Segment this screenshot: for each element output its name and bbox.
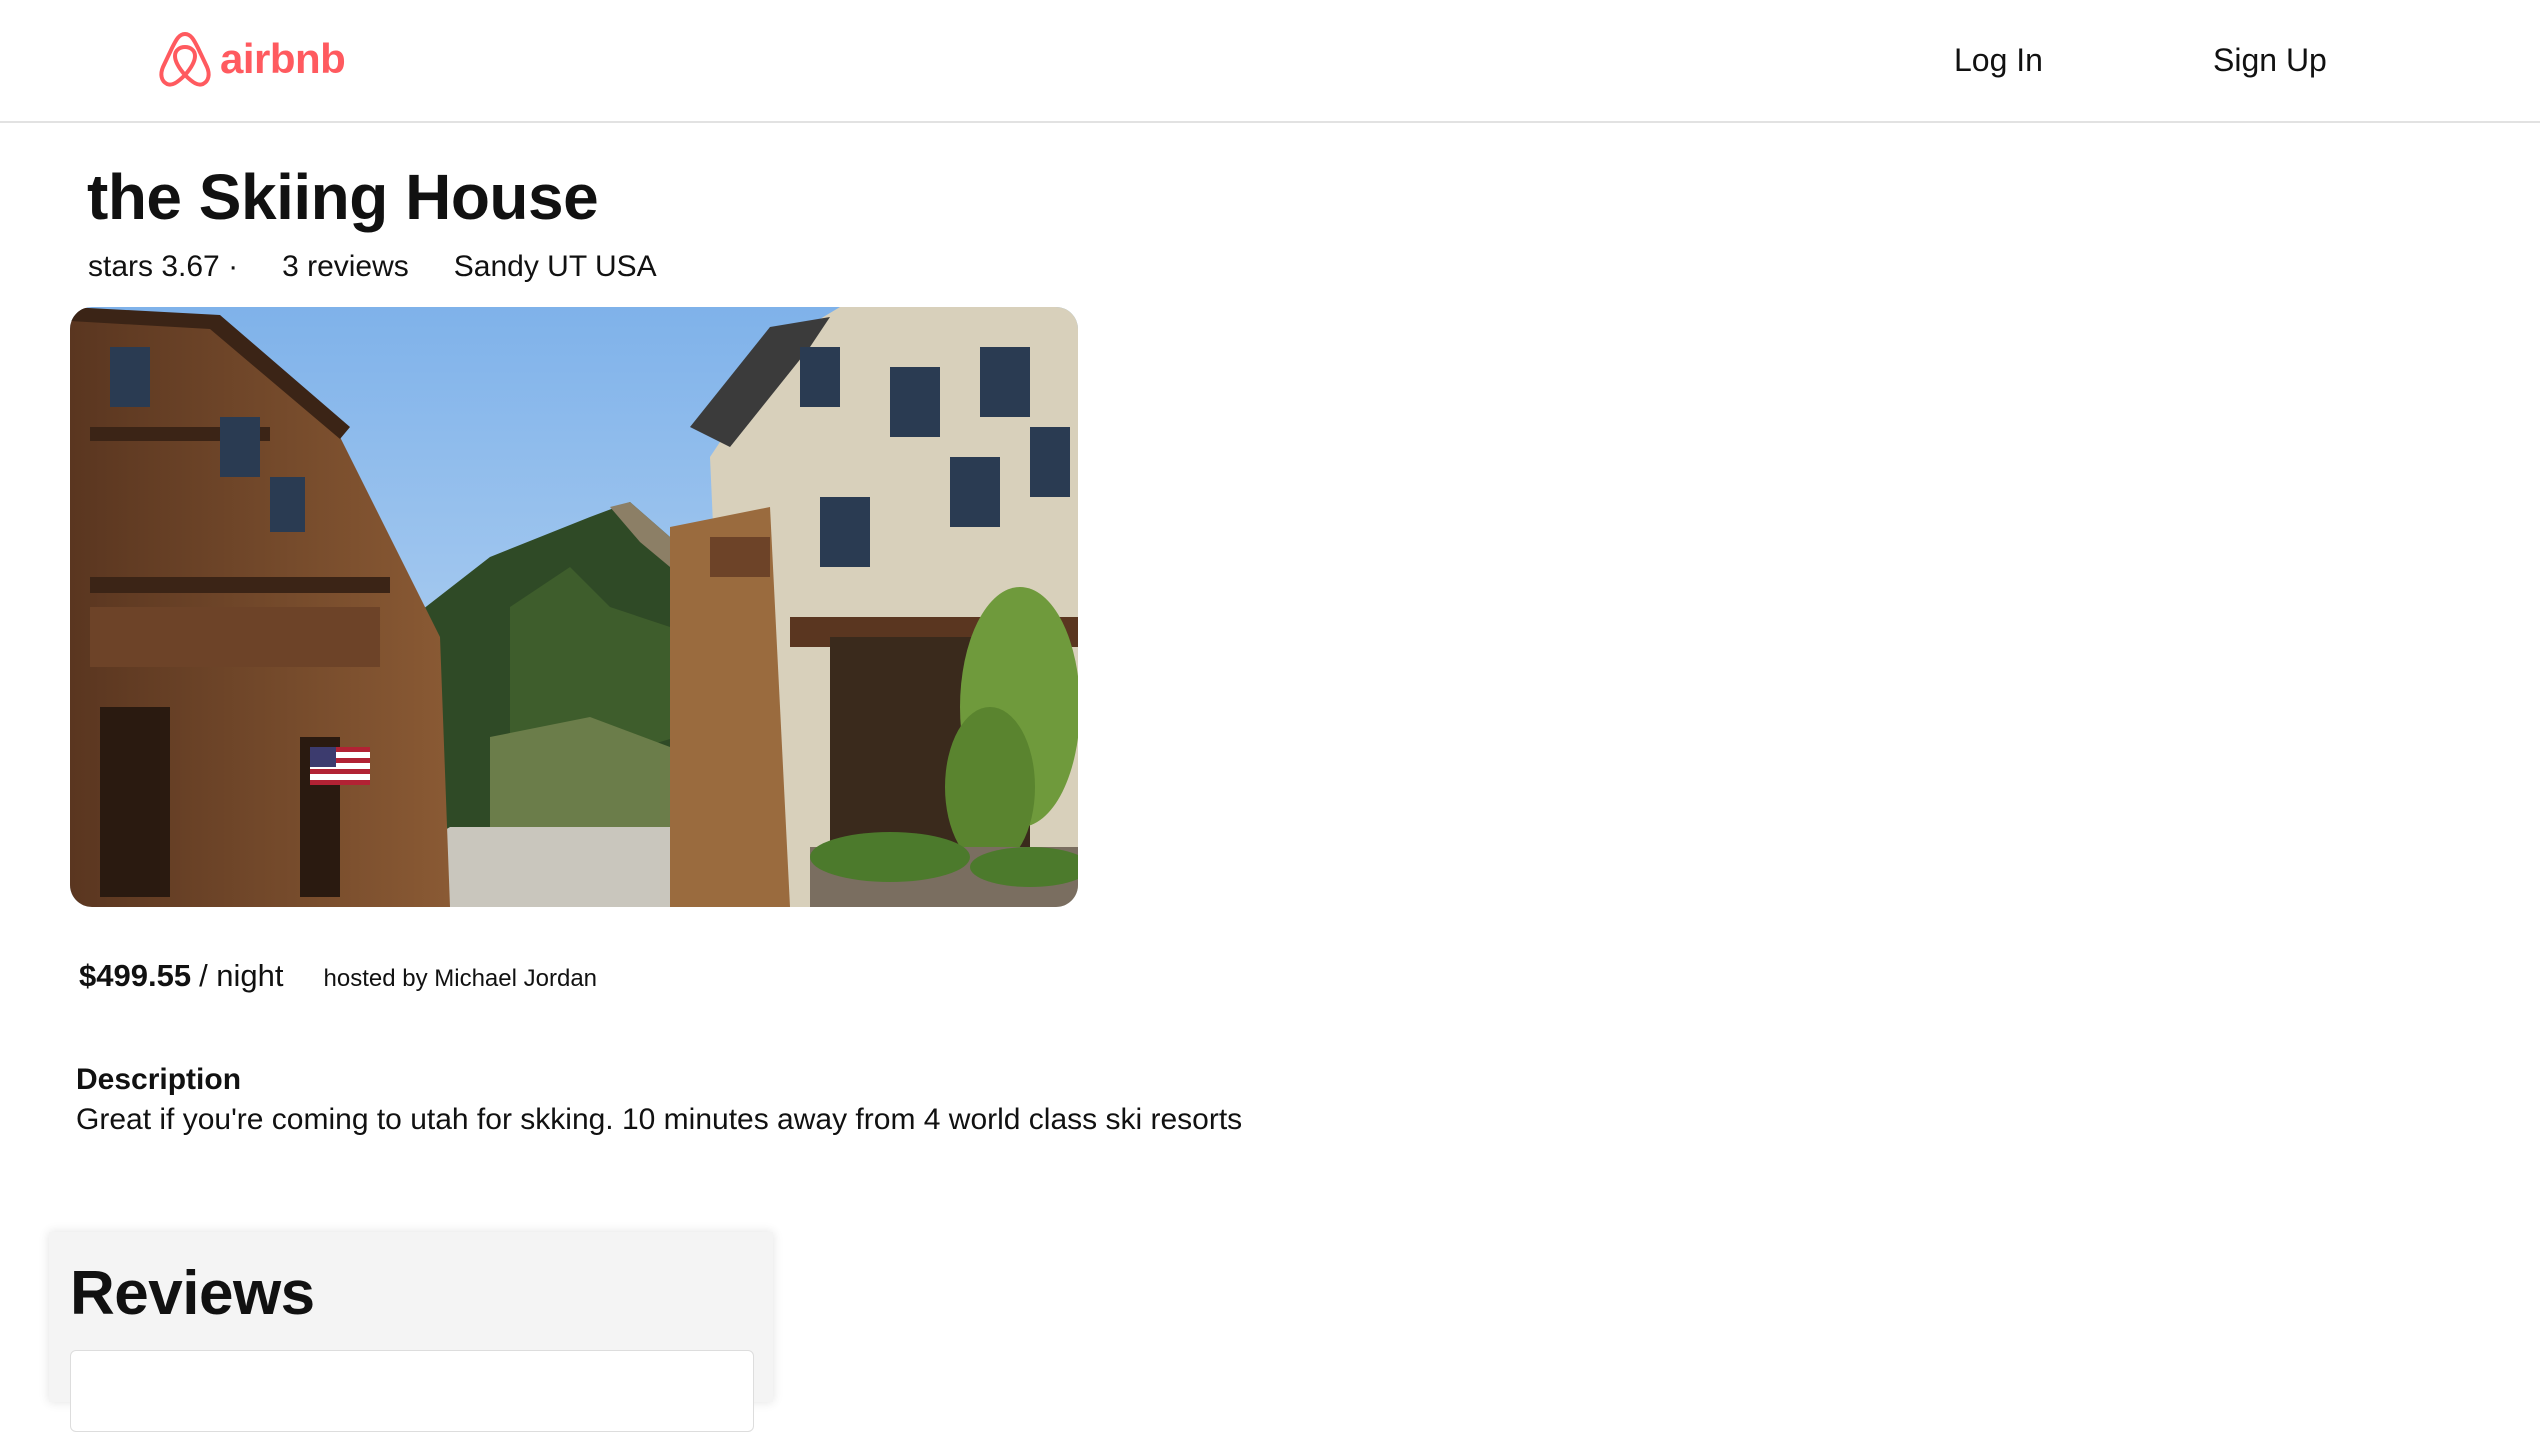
price-unit: / night (199, 958, 284, 993)
reviews-count: 3 reviews (282, 250, 409, 283)
airbnb-logo[interactable]: airbnb (158, 30, 346, 88)
listing-title: the Skiing House (87, 161, 599, 233)
reviews-section: Reviews (49, 1232, 773, 1432)
review-card (70, 1350, 754, 1432)
airbnb-logo-icon (159, 32, 211, 87)
logo-text: airbnb (220, 35, 346, 82)
login-link[interactable]: Log In (1954, 42, 2043, 79)
rating-stars: stars 3.67 · (88, 250, 239, 283)
price-amount: $499.55 (79, 958, 192, 993)
listing-meta: stars 3.67 · 3 reviews Sandy UT USA (88, 250, 657, 284)
reviews-title: Reviews (70, 1259, 315, 1328)
price-row: $499.55 / night hosted by Michael Jordan (79, 958, 597, 994)
signup-link[interactable]: Sign Up (2213, 42, 2327, 79)
top-nav-bar: airbnb Log In Sign Up (0, 0, 2540, 123)
host-name: hosted by Michael Jordan (323, 965, 598, 992)
description-label: Description (76, 1063, 242, 1096)
listing-photo (70, 307, 1078, 907)
description-text: Great if you're coming to utah for skkin… (76, 1103, 1243, 1136)
listing-location: Sandy UT USA (453, 250, 657, 283)
